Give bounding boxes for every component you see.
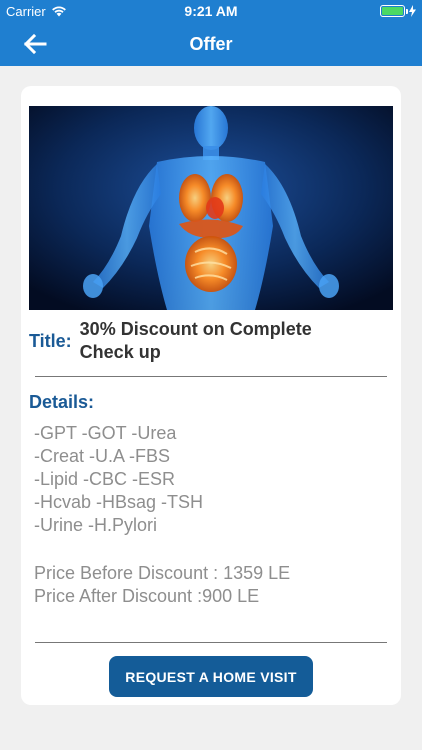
battery-icon [380, 5, 408, 17]
status-right [380, 5, 416, 17]
nav-bar: Offer [0, 22, 422, 66]
charging-bolt-icon [409, 5, 416, 17]
status-left: Carrier [6, 4, 67, 19]
offer-title-line-1: 30% Discount on Complete [79, 319, 312, 339]
list-item: -Hcvab -HBsag -TSH [34, 492, 204, 512]
offer-title-row: Title: 30% Discount on Complete Check up [29, 318, 393, 364]
price-after-discount: Price After Discount :900 LE [34, 586, 260, 606]
details-label: Details: [29, 392, 95, 412]
offer-title-line-2: Check up [79, 342, 161, 362]
divider [35, 376, 387, 377]
list-item: -Creat -U.A -FBS [34, 446, 171, 466]
arrow-left-icon [23, 33, 47, 55]
price-before-discount: Price Before Discount : 1359 LE [34, 563, 291, 583]
carrier-label: Carrier [6, 3, 46, 19]
status-bar: Carrier 9:21 AM [0, 0, 422, 22]
price-info: Price Before Discount : 1359 LE Price Af… [34, 562, 384, 608]
offer-image [29, 106, 393, 310]
human-anatomy-illustration [29, 106, 393, 310]
offer-card: Title: 30% Discount on Complete Check up… [21, 86, 401, 705]
list-item: -Lipid -CBC -ESR [34, 469, 176, 489]
request-home-visit-button[interactable]: REQUEST A HOME VISIT [109, 656, 313, 697]
title-label: Title: [29, 330, 72, 351]
list-item: -GPT -GOT -Urea [34, 423, 177, 443]
list-item: -Urine -H.Pylori [34, 515, 158, 535]
tests-list: -GPT -GOT -Urea -Creat -U.A -FBS -Lipid … [34, 422, 384, 537]
battery-fill [382, 7, 403, 15]
divider [35, 642, 387, 643]
page-title: Offer [189, 33, 233, 54]
offer-title: 30% Discount on Complete Check up [80, 318, 312, 364]
back-button[interactable] [18, 30, 52, 58]
wifi-icon [51, 6, 66, 17]
